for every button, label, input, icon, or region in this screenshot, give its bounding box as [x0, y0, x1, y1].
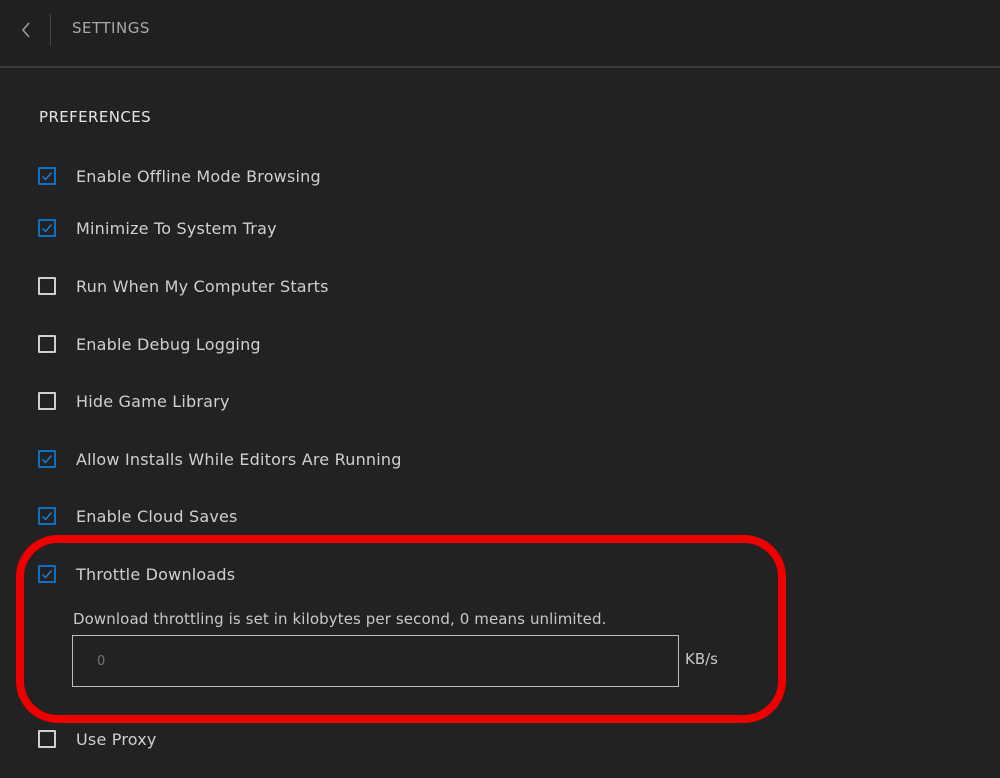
- checkmark-icon: [42, 570, 53, 579]
- checkmark-icon: [42, 512, 53, 521]
- option-debug-logging[interactable]: Enable Debug Logging: [38, 332, 261, 356]
- checkmark-icon: [42, 224, 53, 233]
- option-label: Enable Cloud Saves: [76, 506, 238, 526]
- option-label: Use Proxy: [76, 729, 157, 749]
- checkbox[interactable]: [38, 277, 56, 295]
- throttle-unit-label: KB/s: [685, 650, 718, 668]
- option-throttle-downloads[interactable]: Throttle Downloads: [38, 562, 235, 586]
- option-enable-offline-mode[interactable]: Enable Offline Mode Browsing: [38, 164, 321, 188]
- checkbox[interactable]: [38, 167, 56, 185]
- page-title: SETTINGS: [72, 19, 150, 37]
- top-bar: SETTINGS: [0, 0, 1000, 68]
- checkbox[interactable]: [38, 392, 56, 410]
- checkbox[interactable]: [38, 219, 56, 237]
- option-allow-installs-editors[interactable]: Allow Installs While Editors Are Running: [38, 447, 402, 471]
- option-use-proxy[interactable]: Use Proxy: [38, 727, 157, 751]
- checkbox[interactable]: [38, 730, 56, 748]
- option-hide-game-library[interactable]: Hide Game Library: [38, 389, 230, 413]
- option-label: Hide Game Library: [76, 391, 230, 411]
- section-title-preferences: PREFERENCES: [39, 108, 152, 126]
- checkbox[interactable]: [38, 450, 56, 468]
- header-divider: [50, 14, 51, 46]
- option-label: Run When My Computer Starts: [76, 276, 329, 296]
- option-run-on-startup[interactable]: Run When My Computer Starts: [38, 274, 329, 298]
- option-cloud-saves[interactable]: Enable Cloud Saves: [38, 504, 238, 528]
- option-minimize-to-tray[interactable]: Minimize To System Tray: [38, 216, 277, 240]
- checkbox[interactable]: [38, 565, 56, 583]
- checkbox[interactable]: [38, 507, 56, 525]
- option-label: Enable Offline Mode Browsing: [76, 166, 321, 186]
- throttle-input[interactable]: [72, 635, 679, 687]
- option-label: Allow Installs While Editors Are Running: [76, 449, 402, 469]
- option-label: Minimize To System Tray: [76, 218, 277, 238]
- chevron-left-icon: [20, 21, 32, 39]
- checkmark-icon: [42, 172, 53, 181]
- checkbox[interactable]: [38, 335, 56, 353]
- throttle-hint: Download throttling is set in kilobytes …: [73, 610, 607, 628]
- checkmark-icon: [42, 455, 53, 464]
- option-label: Throttle Downloads: [76, 564, 236, 584]
- back-button[interactable]: [12, 16, 40, 44]
- option-label: Enable Debug Logging: [76, 334, 261, 354]
